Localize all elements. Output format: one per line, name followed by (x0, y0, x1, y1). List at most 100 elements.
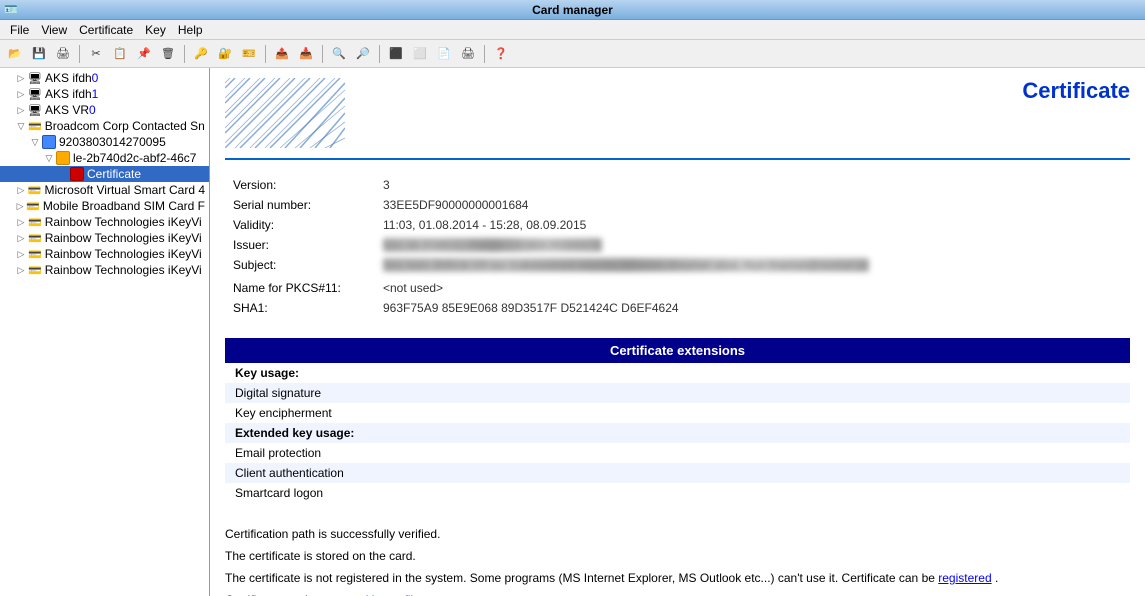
field-value-blurred: hzc. bl. F38CC· Füt [ul·Ch I40CR0Bθ#7B (375, 235, 1130, 255)
tree-toggle: ▽ (28, 137, 42, 148)
tree-item-le-cert[interactable]: ▽ le-2b740d2c-abf2-46c7 (0, 150, 209, 166)
ext-row-email-prot: Email protection (225, 443, 1130, 463)
field-value: 11:03, 01.08.2014 - 15:28, 08.09.2015 (375, 215, 1130, 235)
tree-item-ms-virtual[interactable]: ▷ 💳 Microsoft Virtual Smart Card 4 (0, 182, 209, 198)
toolbar-save-btn[interactable]: 💾 (28, 43, 50, 65)
tree-toggle: ▽ (14, 121, 28, 132)
tree-item-mobile-broadband[interactable]: ▷ 💳 Mobile Broadband SIM Card F (0, 198, 209, 214)
toolbar-import-btn[interactable]: 📥 (295, 43, 317, 65)
register-link[interactable]: registered (938, 571, 991, 585)
cert-fields-table: Version: 3 Serial number: 33EE5DF9000000… (225, 175, 1130, 318)
blurred-issuer: hzc. bl. F38CC· Füt [ul·Ch I40CR0Bθ#7B (383, 238, 602, 252)
field-label: Subject: (225, 255, 375, 278)
status-stored: The certificate is stored on the card. (225, 545, 1130, 567)
field-label: Validity: (225, 215, 375, 235)
card-icon: 💳 (26, 200, 40, 213)
tree-label: Microsoft Virtual Smart Card 4 (45, 183, 206, 197)
menu-key[interactable]: Key (139, 21, 172, 39)
field-value: 963F75A9 85E9E068 89D3517F D521424C D6EF… (375, 298, 1130, 318)
certificate-panel: Certificate Version: 3 Serial number: 33… (210, 68, 1145, 596)
cert-title: Certificate (1022, 78, 1130, 104)
tree-item-rainbow-3[interactable]: ▷ 💳 Rainbow Technologies iKeyVi (0, 246, 209, 262)
field-value-blurred: hzc. lum. B9Kck Vfr au. Lukowatotol obpu… (375, 255, 1130, 278)
tree-toggle: ▷ (14, 233, 28, 244)
tree-toggle: ▷ (14, 185, 28, 196)
table-row: Version: 3 (225, 175, 1130, 195)
toolbar-help-btn[interactable]: ❓ (490, 43, 512, 65)
card-icon: 💳 (28, 216, 42, 229)
toolbar-cut-btn[interactable]: ✂ (85, 43, 107, 65)
tree-item-rainbow-4[interactable]: ▷ 💳 Rainbow Technologies iKeyVi (0, 262, 209, 278)
tree-label: AKS ifdh (45, 87, 92, 101)
tree-panel[interactable]: ▷ 🖥 AKS ifdh 0 ▷ 🖥 AKS ifdh 1 ▷ 🖥 AKS VR… (0, 68, 210, 596)
table-row: SHA1: 963F75A9 85E9E068 89D3517F D521424… (225, 298, 1130, 318)
toolbar-print-btn[interactable]: 🖨 (52, 43, 74, 65)
toolbar-sep-5 (379, 45, 380, 63)
tree-badge: 1 (92, 87, 99, 101)
field-value: <not used> (375, 278, 1130, 298)
smartcard-icon: 🖥 (28, 104, 42, 117)
toolbar-lock-btn[interactable]: 🔐 (214, 43, 236, 65)
toolbar-search-btn[interactable]: 🔍 (328, 43, 350, 65)
tree-label: Certificate (87, 167, 141, 181)
toolbar-print2-btn[interactable]: 🖨 (457, 43, 479, 65)
ext-row-ext-key-usage-label: Extended key usage: (225, 423, 1130, 443)
tree-label: Rainbow Technologies iKeyVi (45, 247, 202, 261)
tree-label: Broadcom Corp Contacted Sn (45, 119, 205, 133)
toolbar-cert-btn[interactable]: 🎫 (238, 43, 260, 65)
tree-label: Rainbow Technologies iKeyVi (45, 231, 202, 245)
toolbar-export-btn[interactable]: 📤 (271, 43, 293, 65)
ext-row-client-auth: Client authentication (225, 463, 1130, 483)
toolbar-zoom-btn[interactable]: 🔎 (352, 43, 374, 65)
toolbar-sep-2 (184, 45, 185, 63)
table-row: Name for PKCS#11: <not used> (225, 278, 1130, 298)
toolbar-pin-btn[interactable]: 📌 (133, 43, 155, 65)
tree-toggle: ▷ (14, 249, 28, 260)
table-row: Validity: 11:03, 01.08.2014 - 15:28, 08.… (225, 215, 1130, 235)
toolbar-doc-btn[interactable]: 📄 (433, 43, 455, 65)
menu-certificate[interactable]: Certificate (73, 21, 139, 39)
title-bar-text: Card manager (532, 3, 613, 17)
cert-icon (70, 167, 84, 181)
toolbar: 📂 💾 🖨 ✂ 📋 📌 🗑 🔑 🔐 🎫 📤 📥 🔍 🔎 ⬛ ⬜ 📄 🖨 ❓ (0, 40, 1145, 68)
toolbar-sep-1 (79, 45, 80, 63)
menu-view[interactable]: View (35, 21, 73, 39)
tree-item-serial[interactable]: ▽ 9203803014270095 (0, 134, 209, 150)
menu-file[interactable]: File (4, 21, 35, 39)
toolbar-delete-btn[interactable]: 🗑 (157, 43, 179, 65)
status-not-registered: The certificate is not registered in the… (225, 567, 1130, 589)
table-row: Serial number: 33EE5DF90000000001684 (225, 195, 1130, 215)
toolbar-white-btn[interactable]: ⬜ (409, 43, 431, 65)
toolbar-sep-4 (322, 45, 323, 63)
tree-item-aks-vr-0[interactable]: ▷ 🖥 AKS VR 0 (0, 102, 209, 118)
tree-item-rainbow-2[interactable]: ▷ 💳 Rainbow Technologies iKeyVi (0, 230, 209, 246)
tree-toggle: ▷ (14, 265, 28, 276)
cert-extensions: Certificate extensions Key usage: Digita… (225, 338, 1130, 503)
title-bar: 🪪 Card manager (0, 0, 1145, 20)
tree-label: Rainbow Technologies iKeyVi (45, 263, 202, 277)
field-label: Issuer: (225, 235, 375, 255)
toolbar-copy-btn[interactable]: 📋 (109, 43, 131, 65)
ext-row-key-enc: Key encipherment (225, 403, 1130, 423)
field-value: 33EE5DF90000000001684 (375, 195, 1130, 215)
blurred-subject: hzc. lum. B9Kck Vfr au. Lukowatotol obpu… (383, 258, 869, 272)
card-icon: 💳 (28, 264, 42, 277)
toolbar-key-btn[interactable]: 🔑 (190, 43, 212, 65)
tree-item-certificate[interactable]: Certificate (0, 166, 209, 182)
ext-row-smartcard-logon: Smartcard logon (225, 483, 1130, 503)
toolbar-sep-3 (265, 45, 266, 63)
toolbar-open-btn[interactable]: 📂 (4, 43, 26, 65)
tree-item-broadcom[interactable]: ▽ 💳 Broadcom Corp Contacted Sn (0, 118, 209, 134)
slot-icon (42, 135, 56, 149)
table-row: Subject: hzc. lum. B9Kck Vfr au. Lukowat… (225, 255, 1130, 278)
card-icon: 💳 (28, 184, 42, 197)
toolbar-black-btn[interactable]: ⬛ (385, 43, 407, 65)
tree-item-rainbow-1[interactable]: ▷ 💳 Rainbow Technologies iKeyVi (0, 214, 209, 230)
main-content: ▷ 🖥 AKS ifdh 0 ▷ 🖥 AKS ifdh 1 ▷ 🖥 AKS VR… (0, 68, 1145, 596)
tree-toggle: ▷ (14, 217, 28, 228)
tree-toggle: ▷ (14, 89, 28, 100)
status-not-registered-text: The certificate is not registered in the… (225, 571, 938, 585)
menu-help[interactable]: Help (172, 21, 209, 39)
tree-item-aks-ifdh-0[interactable]: ▷ 🖥 AKS ifdh 0 (0, 70, 209, 86)
tree-item-aks-ifdh-1[interactable]: ▷ 🖥 AKS ifdh 1 (0, 86, 209, 102)
